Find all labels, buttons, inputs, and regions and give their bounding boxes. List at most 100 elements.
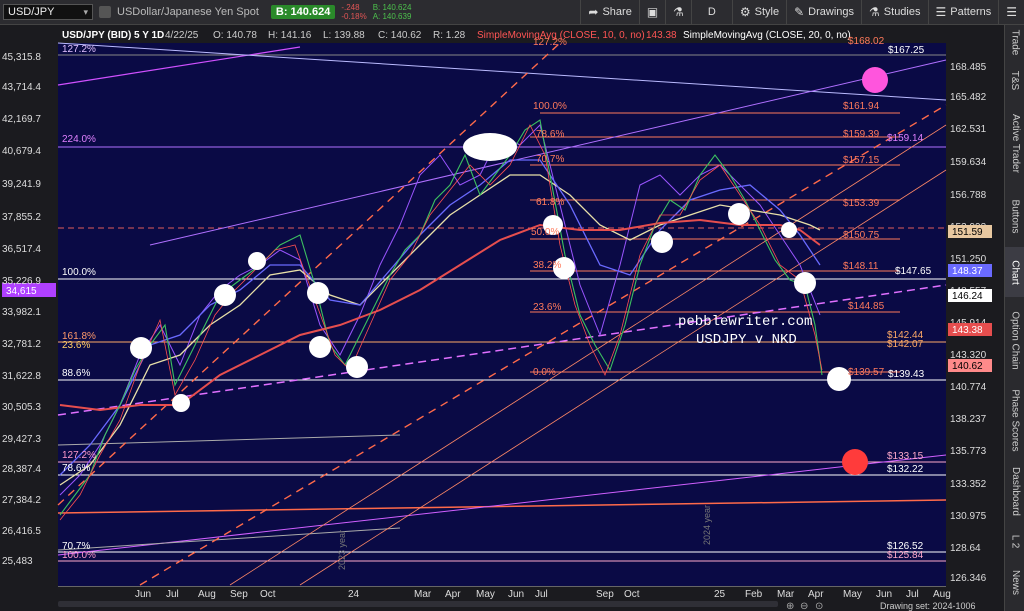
fib-left-224: 224.0% [62, 134, 96, 145]
target-153: $153.39 [843, 198, 880, 209]
x-tick-label: 25 [714, 589, 726, 600]
y-right-tick: 168.485 [950, 62, 987, 73]
x-tick-label: Aug [933, 589, 951, 600]
y-right-tick: 130.975 [950, 511, 987, 522]
y-left-tick: 42,169.7 [2, 114, 41, 125]
symbol-link-icon[interactable] [99, 6, 111, 18]
fib-mid-1272: 127.2% [533, 37, 567, 48]
side-tab-buttons[interactable]: Buttons [1005, 189, 1024, 244]
side-tab-active-trader[interactable]: Active Trader [1005, 101, 1024, 186]
side-tab-label: Dashboard [1009, 466, 1021, 516]
side-tab-trade[interactable]: Trade [1005, 25, 1024, 60]
header-open: O: 140.78 [213, 30, 257, 41]
settings-icon[interactable]: ⊙ [815, 601, 823, 611]
side-tab-label: Phase Scores [1009, 389, 1021, 452]
price-chart[interactable]: USD/JPY (BID) 5 Y 1D 4/22/25 O: 140.78 H… [0, 25, 1004, 611]
y-left-tick: 27,384.2 [2, 495, 41, 506]
y-left-tick: 37,855.2 [2, 212, 41, 223]
y-left-tick: 28,387.4 [2, 464, 41, 475]
nkd-price-text: 34,615 [6, 286, 37, 297]
share-button[interactable]: ➦ Share [580, 0, 638, 24]
y-right-tick: 159.634 [950, 157, 987, 168]
ask-small: A: 140.639 [372, 12, 412, 21]
lab-button[interactable]: ⚗ [665, 0, 691, 24]
sma20-label: SimpleMovingAvg (CLOSE, 20, 0, no) [683, 30, 851, 41]
bid-small: B: 140.624 [372, 3, 412, 12]
fib-mid-786: 78.6% [536, 129, 564, 140]
side-tab-chart[interactable]: Chart [1005, 247, 1024, 297]
y-left-tick: 43,714.4 [2, 82, 41, 93]
x-tick-label: Jul [166, 589, 179, 600]
x-tick-label: Jun [508, 589, 524, 600]
camera-icon: ▣ [646, 5, 659, 19]
patterns-button[interactable]: ☰ Patterns [927, 0, 999, 24]
patterns-label: Patterns [950, 6, 992, 18]
side-tab-news[interactable]: News [1005, 562, 1024, 602]
chart-header: USD/JPY (BID) 5 Y 1D 4/22/25 O: 140.78 H… [62, 30, 851, 41]
header-high: H: 141.16 [268, 30, 312, 41]
y-right-tick: 135.773 [950, 446, 987, 457]
watermark-subtitle: USDJPY v NKD [696, 332, 797, 348]
y-left-tick: 31,622.8 [2, 371, 41, 382]
aggregation-button[interactable]: D [690, 0, 732, 24]
chevron-down-icon: ▾ [83, 6, 88, 17]
y-left-tick: 35,226.9 [2, 276, 41, 287]
x-tick-label: Sep [230, 589, 248, 600]
y-right-tick: 156.788 [950, 190, 987, 201]
x-tick-label: Oct [260, 589, 276, 600]
side-tab-option-chain[interactable]: Option Chain [1005, 300, 1024, 380]
horizontal-scrollbar[interactable] [58, 601, 778, 607]
header-date: 4/22/25 [165, 30, 199, 41]
side-tab-phase-scores[interactable]: Phase Scores [1005, 383, 1024, 458]
y-left-tick: 26,416.5 [2, 526, 41, 537]
drawings-button[interactable]: ✎ Drawings [786, 0, 861, 24]
fib-left-236: 23.6% [62, 340, 90, 351]
share-label: Share [602, 6, 632, 18]
target-139a: $139.57 [848, 367, 885, 378]
y-right-tick: 128.64 [950, 543, 981, 554]
y-left-tick: 29,427.3 [2, 434, 41, 445]
drawing-set-label[interactable]: Drawing set: 2024-1006 [880, 601, 976, 611]
instrument-name: USDollar/Japanese Yen Spot [117, 6, 259, 18]
patterns-icon: ☰ [935, 5, 947, 19]
side-tab-dashboard[interactable]: Dashboard [1005, 461, 1024, 521]
sma10-value: 143.38 [646, 30, 677, 41]
target-147: $147.65 [895, 266, 932, 277]
header-low: L: 139.88 [323, 30, 365, 41]
chart-area[interactable]: USD/JPY (BID) 5 Y 1D 4/22/25 O: 140.78 H… [0, 25, 1004, 611]
y-right-tick: 133.352 [950, 479, 987, 490]
snapshot-button[interactable]: ▣ [638, 0, 665, 24]
drawings-label: Drawings [808, 6, 855, 18]
x-tick-label: May [476, 589, 495, 600]
x-tick-label: Mar [414, 589, 432, 600]
price-tag-143: 143.38 [952, 325, 983, 336]
fib-mid-236: 23.6% [533, 302, 561, 313]
style-label: Style [754, 6, 780, 18]
x-tick-label: Jul [906, 589, 919, 600]
y-left-tick: 36,517.4 [2, 244, 41, 255]
zoom-icon[interactable]: ⊕ [786, 601, 794, 611]
fib-left-100b: 100.0% [62, 550, 96, 561]
pencil-icon: ✎ [794, 5, 805, 19]
more-button[interactable]: ☰ [998, 0, 1024, 24]
fib-mid-70: 70.7% [536, 154, 564, 165]
chart-toolbar: USD/JPY ▾ USDollar/Japanese Yen Spot B: … [0, 0, 1024, 25]
side-tab-label: Option Chain [1009, 310, 1021, 370]
x-tick-label: Oct [624, 589, 640, 600]
side-tab-label: Active Trader [1009, 114, 1021, 173]
year-2024: 2024 year [702, 505, 712, 545]
change-abs: -.248 [341, 3, 360, 12]
fit-icon[interactable]: ⊖ [800, 601, 808, 611]
target-157: $157.15 [843, 155, 880, 166]
side-tab-t-s[interactable]: T&S [1005, 63, 1024, 98]
change-display: -.248 -0.18% [341, 3, 366, 21]
style-button[interactable]: ⚙ Style [731, 0, 786, 24]
target-125: $125.84 [887, 550, 924, 561]
side-tab-l-2[interactable]: L 2 [1005, 524, 1024, 559]
studies-button[interactable]: ⚗ Studies [861, 0, 927, 24]
x-tick-label: Mar [777, 589, 795, 600]
target-148: $148.11 [843, 261, 879, 272]
target-144: $144.85 [848, 301, 885, 312]
symbol-selector[interactable]: USD/JPY ▾ [3, 4, 93, 20]
x-tick-label: Aug [198, 589, 216, 600]
